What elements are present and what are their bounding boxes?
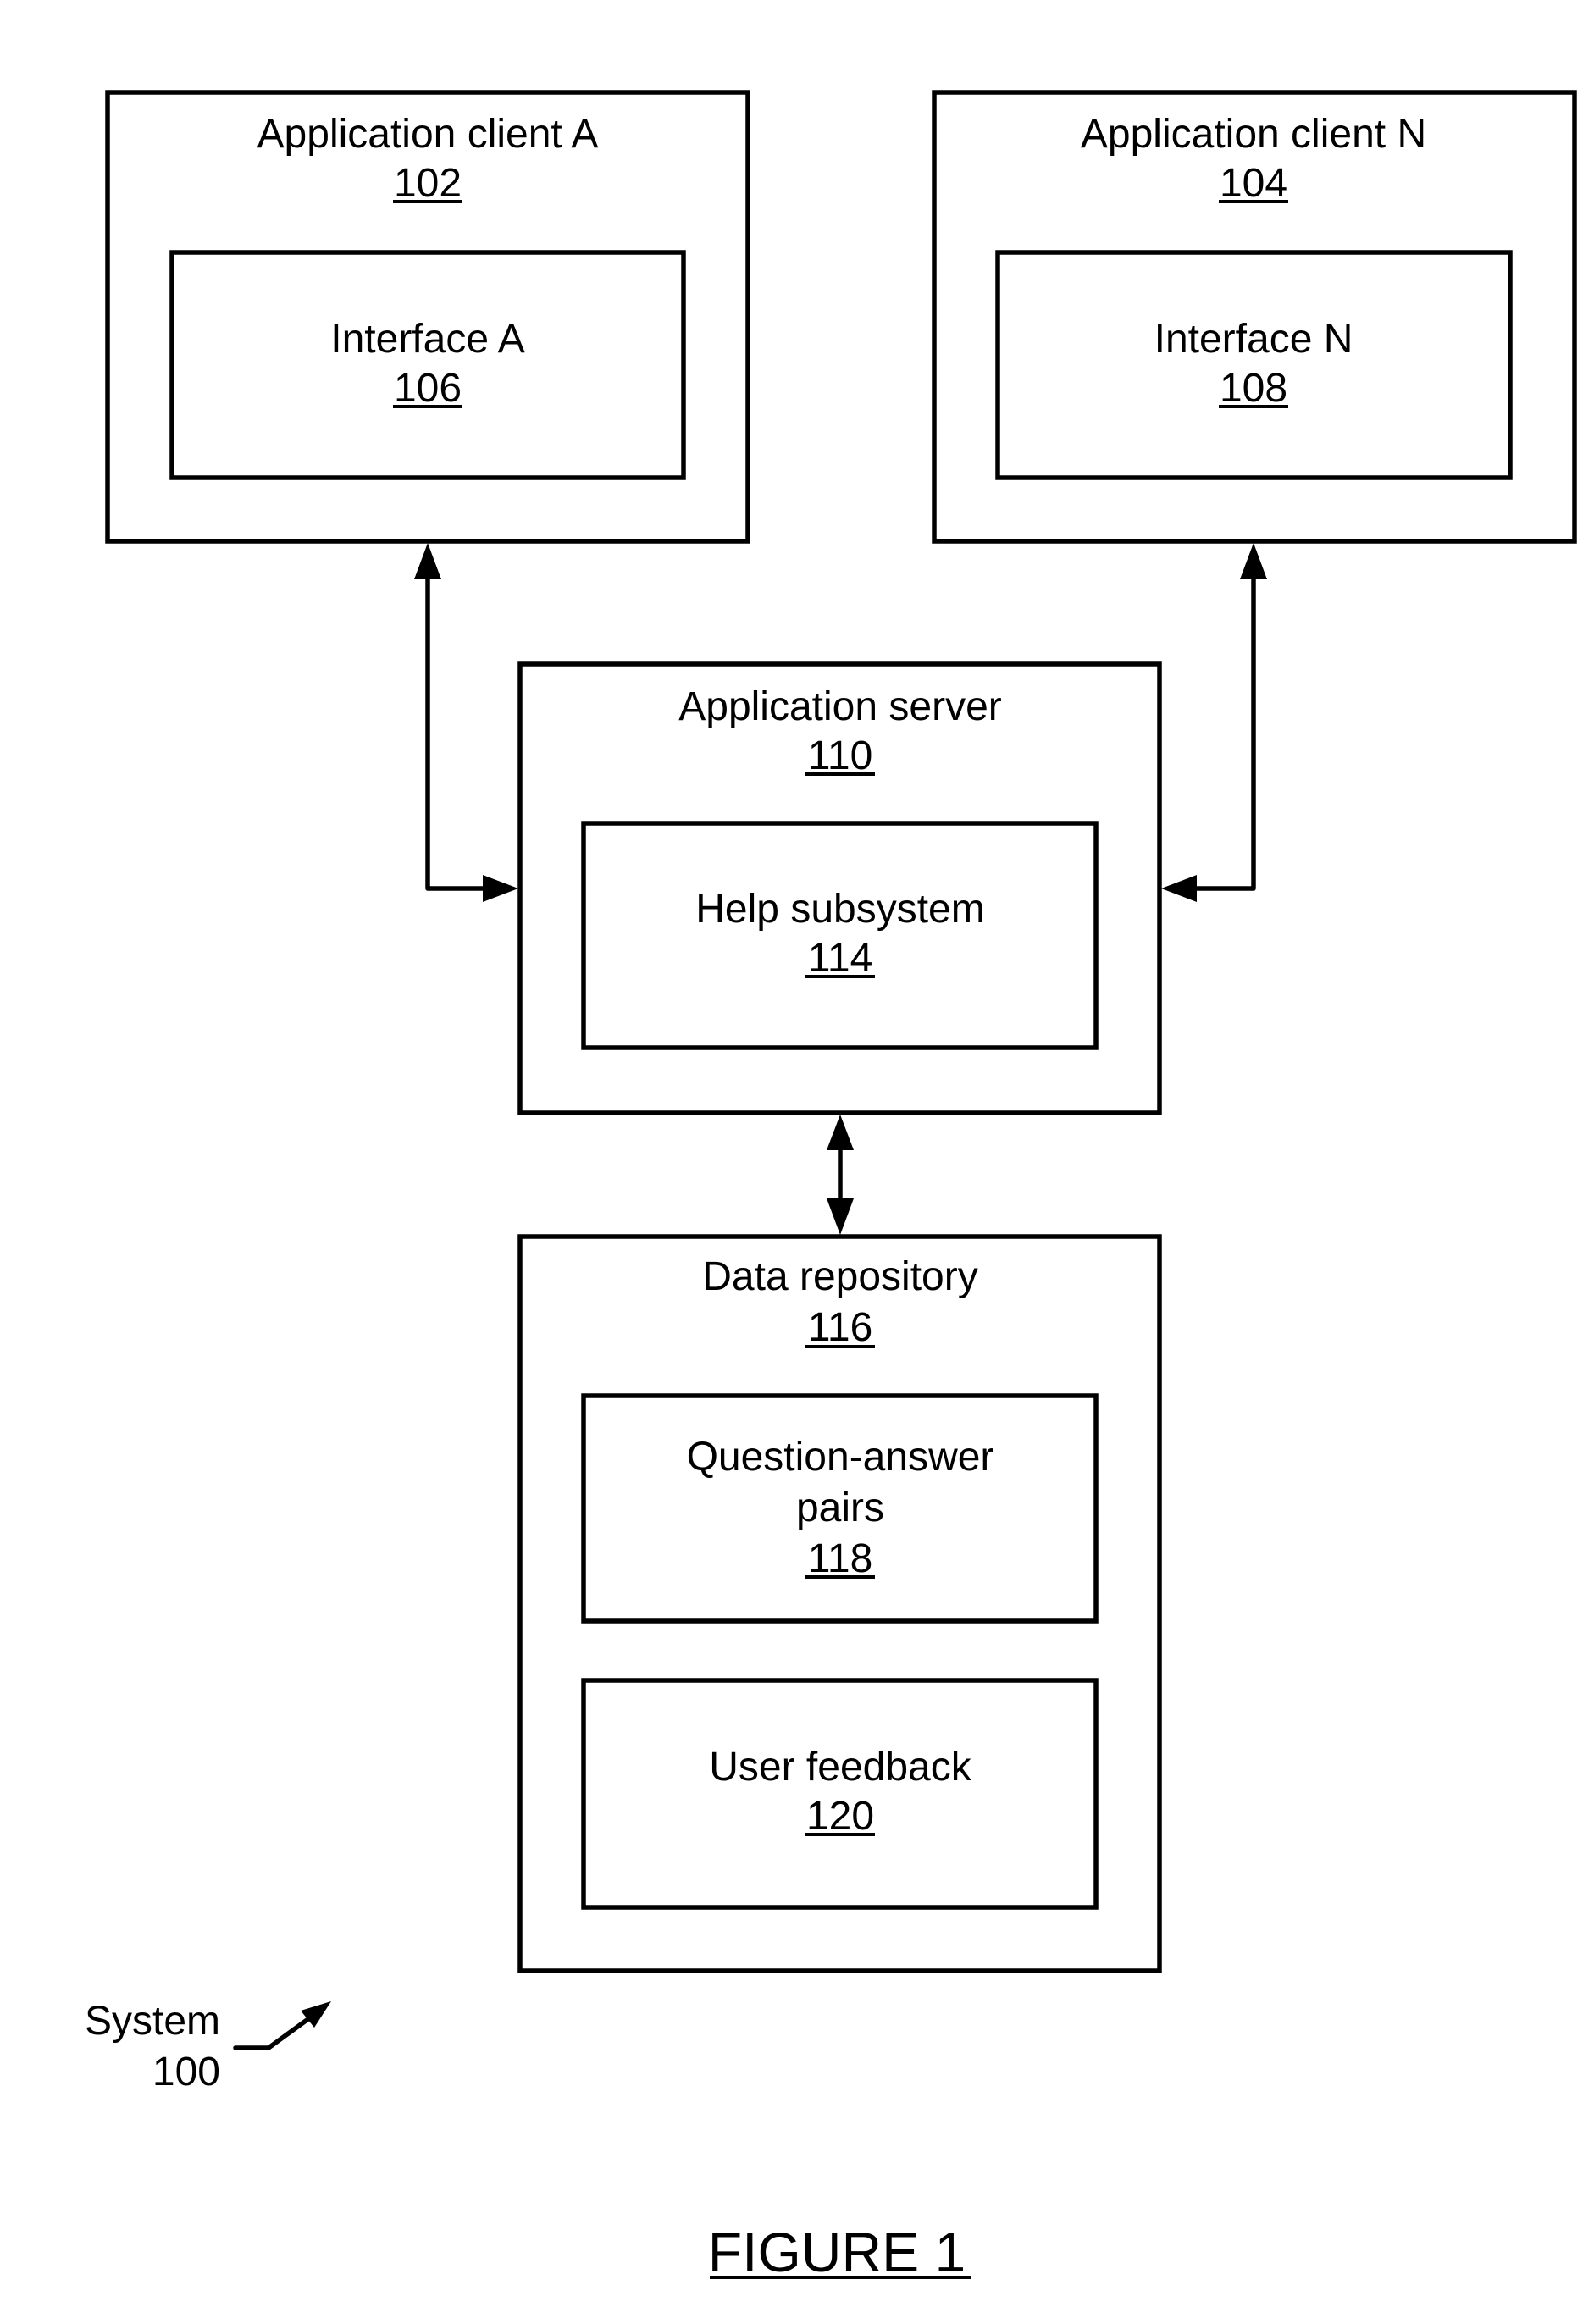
user-feedback-label: User feedback xyxy=(709,1745,971,1790)
connector-line xyxy=(425,573,490,891)
interface-a-label: Interface A xyxy=(330,317,524,362)
system-ref: 100 xyxy=(152,2050,220,2094)
connector-line xyxy=(1192,573,1256,891)
arrowhead-right-icon xyxy=(483,875,518,902)
arrowhead-up-icon xyxy=(414,543,441,579)
application-client-a: Application client A 102 Interface A 106 xyxy=(105,90,750,544)
system-diagram: Application client A 102 Interface A 106… xyxy=(85,90,1577,2283)
application-server: Application server 110 Help subsystem 11… xyxy=(517,661,1162,1115)
interface-n-label: Interface N xyxy=(1154,317,1353,362)
data-repository: Data repository 116 Question-answer pair… xyxy=(517,1234,1162,1973)
application-server-ref: 110 xyxy=(808,733,873,778)
connector-client-n-server xyxy=(1161,543,1267,902)
qa-pairs-label-line1: Question-answer xyxy=(687,1435,994,1480)
arrowhead-down-icon xyxy=(827,1198,854,1235)
connector-client-a-server xyxy=(414,543,518,902)
help-subsystem-label: Help subsystem xyxy=(695,887,984,932)
application-client-a-label: Application client A xyxy=(257,112,599,157)
system-label: System xyxy=(85,1999,220,2044)
application-client-n: Application client N 104 Interface N 108 xyxy=(932,90,1577,544)
qa-pairs-ref: 118 xyxy=(808,1536,873,1581)
help-subsystem-ref: 114 xyxy=(808,936,873,981)
figure-caption: FIGURE 1 xyxy=(708,2221,971,2283)
qa-pairs-label-line2: pairs xyxy=(796,1486,884,1530)
system-reference: System 100 xyxy=(85,1999,331,2094)
application-server-label: Application server xyxy=(678,684,1002,729)
interface-a-box xyxy=(169,250,686,480)
figure-title: FIGURE 1 xyxy=(708,2221,966,2283)
arrowhead-left-icon xyxy=(1161,875,1197,902)
data-repository-ref: 116 xyxy=(808,1305,873,1350)
application-client-n-ref: 104 xyxy=(1220,161,1287,206)
arrowhead-up-icon xyxy=(827,1115,854,1150)
user-feedback-ref: 120 xyxy=(806,1794,874,1839)
connector-server-repository xyxy=(827,1115,854,1235)
data-repository-label: Data repository xyxy=(702,1254,977,1299)
application-client-a-ref: 102 xyxy=(394,161,462,206)
interface-a-ref: 106 xyxy=(394,366,462,411)
interface-n-ref: 108 xyxy=(1220,366,1287,411)
interface-n-box xyxy=(995,250,1513,480)
application-client-n-label: Application client N xyxy=(1081,112,1426,157)
arrowhead-up-icon xyxy=(1240,543,1267,579)
system-pointer-line xyxy=(233,2011,318,2050)
